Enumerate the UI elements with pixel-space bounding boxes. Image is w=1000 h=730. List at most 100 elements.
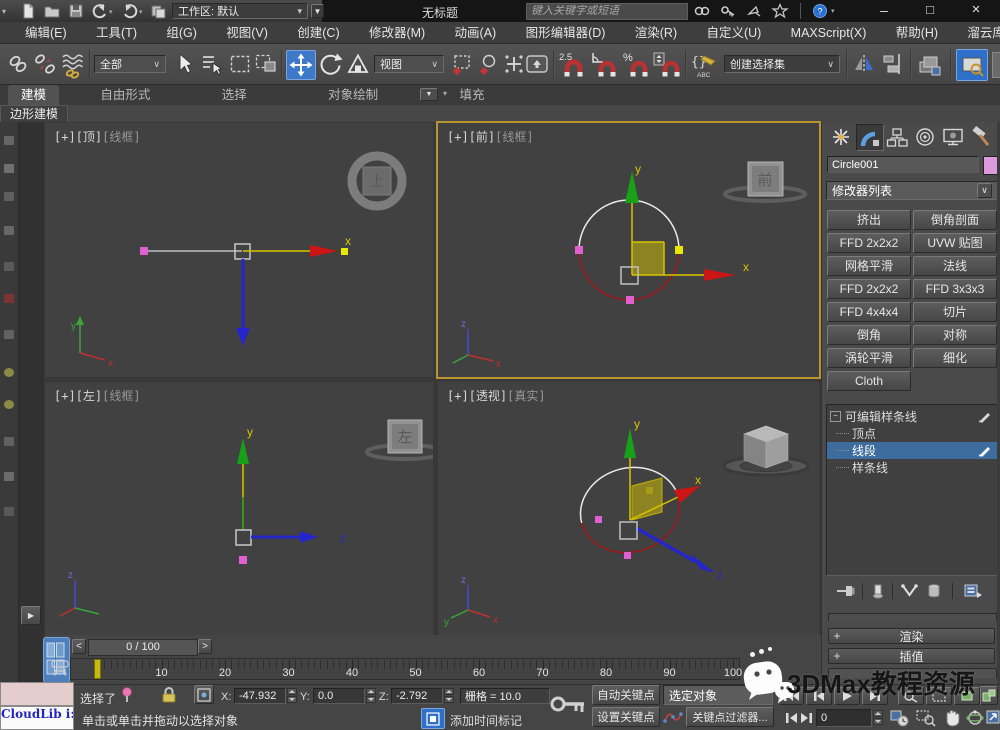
- zoom-region-icon[interactable]: [916, 709, 936, 727]
- menu-modifiers[interactable]: 修改器(M): [356, 22, 438, 44]
- set-key-filter-dropdown[interactable]: 选定对象: [663, 685, 773, 705]
- search-icon[interactable]: [694, 4, 710, 18]
- next-frame-transport-button[interactable]: [862, 687, 888, 705]
- favorites-star-icon[interactable]: [771, 3, 789, 19]
- ribbon-minimize-button[interactable]: ▼: [420, 88, 438, 101]
- modifier-button[interactable]: Cloth: [827, 371, 911, 391]
- zoom-extents-cube-icon[interactable]: [954, 687, 980, 705]
- expand-tray-button[interactable]: ▶: [21, 606, 41, 625]
- new-file-icon[interactable]: [20, 3, 36, 19]
- viewport-style[interactable]: [线框]: [102, 389, 140, 403]
- workspace-flyout-button[interactable]: ▼: [311, 4, 324, 18]
- zoom-region-keys-icon[interactable]: [926, 687, 952, 705]
- play-animation-button[interactable]: [834, 687, 860, 705]
- move-gizmo[interactable]: y z: [235, 425, 346, 546]
- select-and-place-icon[interactable]: [477, 52, 501, 76]
- menu-animation[interactable]: 动画(A): [442, 22, 510, 44]
- search-input[interactable]: 键入关键字或短语: [526, 3, 688, 20]
- left-toolbar-icon[interactable]: [4, 226, 14, 235]
- make-unique-icon[interactable]: [900, 583, 920, 599]
- left-toolbar-icon[interactable]: [4, 136, 14, 145]
- rollout-interpolation[interactable]: + 插值: [828, 648, 995, 664]
- ribbon-minimize-chevron[interactable]: ▾: [443, 89, 447, 98]
- tab-utilities-icon[interactable]: [968, 125, 994, 148]
- viewport-front[interactable]: [+][前][线框] 前 y x z x: [438, 123, 819, 377]
- absolute-offset-mode-icon[interactable]: [194, 685, 214, 704]
- tab-modify-icon[interactable]: [856, 124, 884, 151]
- prev-frame-button[interactable]: <: [72, 639, 86, 654]
- next-frame-button[interactable]: >: [198, 639, 212, 654]
- window-crossing-icon[interactable]: [254, 52, 278, 76]
- remove-modifier-icon[interactable]: [926, 583, 942, 599]
- go-to-start-button[interactable]: [778, 687, 804, 705]
- undo-chevron[interactable]: ▾: [109, 8, 113, 16]
- ribbon-tab-populate[interactable]: 填充: [459, 85, 484, 105]
- pan-hand-icon[interactable]: [942, 708, 962, 728]
- edit-named-selection-icon[interactable]: {} ABC: [690, 50, 720, 79]
- minimize-button[interactable]: –: [862, 0, 906, 22]
- viewport-name[interactable]: [顶]: [76, 130, 102, 144]
- menu-liuyunku[interactable]: 溜云库: [954, 22, 1000, 44]
- key-license-icon[interactable]: [720, 4, 736, 18]
- menu-maxscript[interactable]: MAXScript(X): [778, 22, 880, 44]
- use-pivot-center-icon[interactable]: [450, 52, 474, 76]
- viewport-menu[interactable]: [+]: [447, 389, 469, 403]
- key-filters-button[interactable]: 关键点过滤器...: [686, 707, 774, 727]
- ribbon-tab-freeform[interactable]: 自由形式: [100, 85, 150, 105]
- stack-item-segment[interactable]: 线段: [827, 442, 997, 459]
- viewport-menu[interactable]: [+]: [54, 130, 76, 144]
- menu-create[interactable]: 创建(C): [284, 22, 352, 44]
- spinner-snap-icon[interactable]: [652, 50, 682, 78]
- set-key-icon[interactable]: [548, 692, 588, 720]
- stack-item-spline[interactable]: 样条线: [827, 459, 997, 476]
- animation-curve-icon[interactable]: [663, 708, 683, 726]
- close-button[interactable]: ×: [954, 0, 998, 22]
- layer-manager-icon[interactable]: [916, 51, 944, 77]
- modifier-button[interactable]: UVW 贴图: [913, 233, 997, 253]
- modifier-button[interactable]: 倒角: [827, 325, 911, 345]
- menu-help[interactable]: 帮助(H): [883, 22, 951, 44]
- open-file-icon[interactable]: [44, 3, 60, 19]
- selection-filter-dropdown[interactable]: 全部 ∨: [94, 55, 166, 73]
- set-key-button[interactable]: 设置关键点: [592, 707, 660, 727]
- snap-toggle-icon[interactable]: 2.5: [558, 50, 588, 78]
- align-icon[interactable]: [880, 52, 906, 76]
- y-coordinate-field[interactable]: 0.0: [313, 688, 365, 704]
- move-gizmo[interactable]: y x z: [619, 417, 723, 582]
- viewport-menu[interactable]: [+]: [54, 389, 76, 403]
- modifier-button[interactable]: FFD 2x2x2: [827, 279, 911, 299]
- viewport-name[interactable]: [左]: [76, 389, 102, 403]
- time-display[interactable]: 0 / 100: [88, 639, 198, 656]
- previous-frame-button[interactable]: [806, 687, 832, 705]
- modifier-button[interactable]: FFD 2x2x2: [827, 233, 911, 253]
- maximize-button[interactable]: □: [908, 0, 952, 22]
- y-spinner[interactable]: [366, 688, 376, 703]
- left-toolbar-icon[interactable]: [4, 294, 14, 303]
- named-selection-set-dropdown[interactable]: 创建选择集 ∨: [724, 55, 840, 73]
- modifier-button[interactable]: FFD 4x4x4: [827, 302, 911, 322]
- redo-icon[interactable]: [122, 3, 138, 19]
- viewport-front-label[interactable]: [+][前][线框]: [447, 128, 534, 145]
- frame-spinner[interactable]: [873, 710, 883, 725]
- track-bar[interactable]: 0102030405060708090100: [70, 658, 742, 680]
- left-toolbar-icon[interactable]: [4, 330, 14, 339]
- select-and-rotate-icon[interactable]: [318, 52, 343, 76]
- ribbon-panel-title[interactable]: 边形建模: [0, 105, 69, 122]
- key-mode-toggle-icon[interactable]: [786, 711, 812, 725]
- object-name-field[interactable]: Circle001: [827, 156, 979, 173]
- viewcube-icon[interactable]: [722, 425, 810, 477]
- viewport-top-label[interactable]: [+][顶][线框]: [54, 128, 141, 145]
- maxscript-listener-pink[interactable]: [0, 682, 74, 706]
- current-frame-field[interactable]: 0: [816, 709, 872, 727]
- menu-customize[interactable]: 自定义(U): [693, 22, 774, 44]
- modifier-button[interactable]: 涡轮平滑: [827, 348, 911, 368]
- menu-views[interactable]: 视图(V): [213, 22, 281, 44]
- select-by-name-icon[interactable]: [200, 52, 224, 76]
- add-time-tag[interactable]: 添加时间标记: [450, 712, 522, 729]
- clipped-toolbar-icon[interactable]: [992, 52, 1000, 78]
- viewport-style[interactable]: [线框]: [495, 130, 533, 144]
- modifier-button[interactable]: 切片: [913, 302, 997, 322]
- modifier-list-dropdown[interactable]: 修改器列表 ∨: [826, 181, 998, 200]
- rectangular-selection-region-icon[interactable]: [228, 52, 252, 76]
- viewcube-icon[interactable]: 左: [365, 419, 433, 461]
